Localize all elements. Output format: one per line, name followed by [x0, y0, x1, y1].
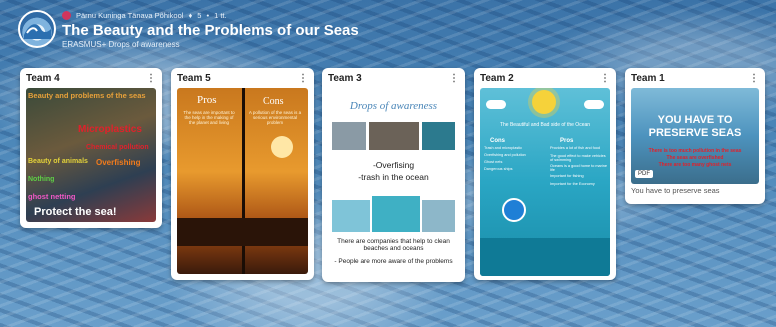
poster-headline: YOU HAVE TO PRESERVE SEAS — [648, 114, 742, 139]
cons-text: A pollution of the seas is a serious env… — [248, 110, 302, 125]
board-meta: Pärnu Kuninga Tänava Põhikool ♦ 5 • 1 tt… — [62, 11, 227, 20]
likes-count: 5 — [197, 11, 202, 20]
city-silhouette — [177, 218, 308, 246]
pdf-badge: PDF — [635, 170, 653, 178]
card-title: Team 5 — [177, 72, 211, 84]
board-logo — [18, 10, 56, 48]
cons-item: Overfishing and pollution — [484, 153, 526, 157]
card-team-5[interactable]: Team 5 ⋮ Pros Cons The seas are importan… — [171, 68, 314, 280]
red-line: There are too many ghost nets — [658, 162, 732, 168]
post-age: 1 tt. — [214, 11, 227, 20]
divider-line — [242, 88, 245, 274]
card-team-3[interactable]: Team 3 ⋮ Drops of awareness -Overfising … — [322, 68, 465, 282]
photo-shore — [422, 200, 455, 232]
poster-line: Beauty of animals — [28, 158, 88, 165]
card-title: Team 1 — [631, 72, 665, 84]
cloud-icon — [486, 100, 506, 109]
card-image[interactable]: Beauty and problems of the seas Micropla… — [26, 88, 156, 222]
pros-item: Important for the Economy — [550, 182, 595, 186]
more-options-icon[interactable]: ⋮ — [600, 73, 610, 84]
poster-line: Beauty and problems of the seas — [28, 91, 146, 100]
pros-heading: Pros — [197, 94, 217, 106]
poster-line: Overfishing — [96, 158, 141, 167]
wave-layer — [480, 238, 610, 276]
card-image[interactable]: Drops of awareness -Overfising -trash in… — [328, 88, 459, 278]
poster-heading: The Beautiful and Bad side of the Ocean — [499, 122, 591, 128]
red-line: There is too much pollution in the seas — [648, 148, 742, 154]
more-options-icon[interactable]: ⋮ — [298, 73, 308, 84]
pros-item: Provides a lot of fish and food — [550, 146, 601, 150]
bottom-text: - People are more aware of the problems — [334, 258, 453, 265]
board-title: The Beauty and the Problems of our Seas — [62, 22, 359, 39]
poster-line: Nothing — [28, 176, 55, 183]
cons-heading: Cons — [263, 96, 284, 107]
card-caption: You have to preserve seas — [631, 186, 720, 195]
sun-icon — [271, 136, 293, 158]
photo-reef — [422, 122, 455, 150]
card-image[interactable]: Pros Cons The seas are important to the … — [177, 88, 308, 274]
poster-line: Chemical pollution — [86, 144, 149, 151]
card-team-4[interactable]: Team 4 ⋮ Beauty and problems of the seas… — [20, 68, 162, 228]
board-header: Pärnu Kuninga Tänava Põhikool ♦ 5 • 1 tt… — [0, 0, 776, 62]
pros-item: Oceans is a good home to marine life — [550, 164, 607, 172]
cons-item: Ghost nets — [484, 160, 503, 164]
photo-beach — [332, 200, 370, 232]
cons-item: Trash and microplastic — [484, 146, 523, 150]
cons-heading: Cons — [490, 138, 505, 144]
red-line: The seas are overfished — [666, 155, 724, 161]
pros-text: The seas are important to the help in th… — [183, 110, 235, 125]
poster-line: Protect the sea! — [34, 206, 117, 218]
card-image[interactable]: The Beautiful and Bad side of the Ocean … — [480, 88, 610, 276]
card-team-2[interactable]: Team 2 ⋮ The Beautiful and Bad side of t… — [474, 68, 616, 280]
more-options-icon[interactable]: ⋮ — [449, 73, 459, 84]
cloud-icon — [584, 100, 604, 109]
pros-item: The good effect to make vehicles of swim… — [550, 154, 606, 162]
author-name[interactable]: Pärnu Kuninga Tänava Põhikool — [76, 11, 183, 20]
poster-line: ghost netting — [28, 192, 76, 201]
drop-mascot-icon — [502, 198, 526, 222]
photo-lagoon — [372, 196, 420, 232]
more-options-icon[interactable]: ⋮ — [146, 73, 156, 84]
cons-item: Dangerous ships — [484, 167, 513, 171]
heart-icon[interactable]: ♦ — [188, 11, 192, 20]
pros-item: Important for fishing — [550, 174, 584, 178]
poster-banner: Drops of awareness — [349, 100, 438, 112]
text-line: -Overfising — [372, 160, 415, 170]
bottom-text: There are companies that help to clean b… — [337, 238, 450, 252]
card-title: Team 3 — [328, 72, 362, 84]
card-team-1[interactable]: Team 1 ⋮ YOU HAVE TO PRESERVE SEAS There… — [625, 68, 765, 204]
board-subtitle: ERASMUS+ Drops of awareness — [62, 40, 180, 49]
card-title: Team 4 — [26, 72, 60, 84]
poster-line: Microplastics — [78, 124, 142, 135]
card-image[interactable]: YOU HAVE TO PRESERVE SEAS There is too m… — [631, 88, 759, 184]
photo-trash — [369, 122, 419, 150]
pros-heading: Pros — [560, 138, 574, 144]
author-avatar[interactable] — [62, 11, 71, 20]
more-options-icon[interactable]: ⋮ — [749, 73, 759, 84]
sun-icon — [532, 90, 556, 114]
photo-seal — [332, 122, 366, 150]
text-line: -trash in the ocean — [358, 172, 429, 182]
card-title: Team 2 — [480, 72, 514, 84]
separator-dot: • — [206, 11, 210, 20]
